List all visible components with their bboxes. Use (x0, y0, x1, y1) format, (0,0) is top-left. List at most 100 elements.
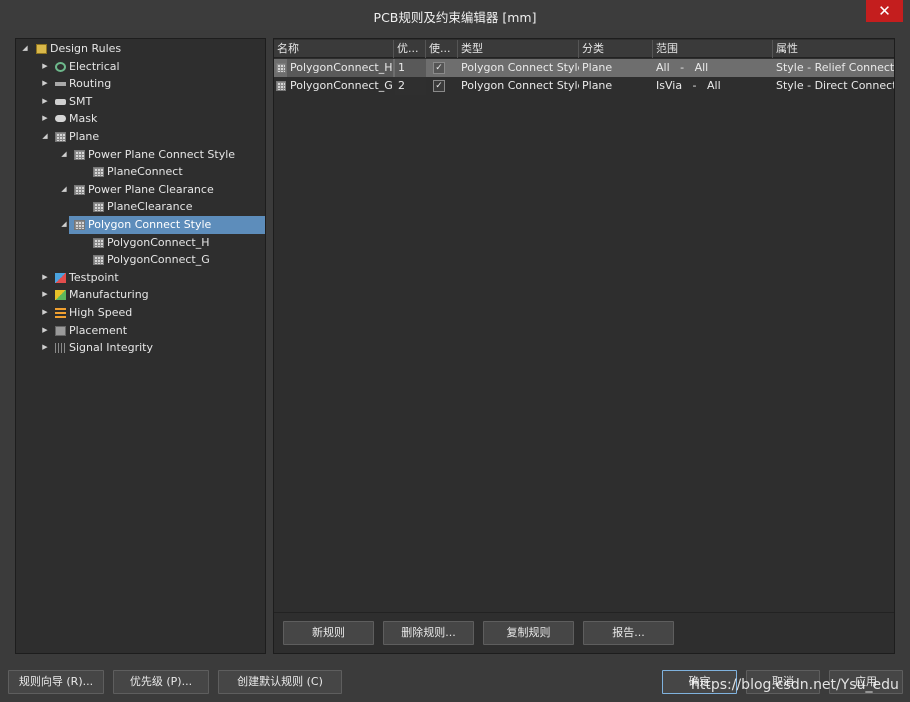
collapse-arrow-icon[interactable]: ◢ (40, 128, 50, 145)
tree-label: PlaneConnect (107, 165, 183, 179)
electrical-icon (55, 61, 66, 72)
tree-item-polygon-connect-h[interactable]: PolygonConnect_H (16, 234, 265, 252)
cell-name[interactable]: PolygonConnect_H (287, 59, 393, 77)
cell-scope: All - All (656, 61, 709, 74)
title-bar: PCB规则及约束编辑器 [mm] ✕ (0, 0, 910, 30)
tree-label: Power Plane Clearance (88, 182, 214, 196)
cell-enabled: ✓ (426, 59, 458, 77)
enabled-checkbox[interactable]: ✓ (433, 80, 445, 92)
column-header-name[interactable]: 名称 (274, 40, 394, 58)
cell-category: Plane (582, 61, 613, 74)
tree-label: SMT (69, 94, 93, 108)
tree-label: Design Rules (50, 42, 122, 55)
tree-label: PolygonConnect_H (107, 235, 210, 249)
cell-enabled: ✓ (426, 77, 458, 95)
tree-item-polygon-connect-style[interactable]: Polygon Connect Style (69, 216, 265, 234)
expand-arrow-icon[interactable]: ▶ (40, 339, 50, 356)
ok-button[interactable]: 确定 (662, 670, 737, 694)
tree-item-high-speed[interactable]: ▶ High Speed (16, 304, 265, 322)
expand-arrow-icon[interactable]: ▶ (40, 110, 50, 127)
expand-arrow-icon[interactable]: ▶ (40, 322, 50, 339)
tree-item-electrical[interactable]: ▶ Electrical (16, 58, 265, 76)
duplicate-rule-button[interactable]: 复制规则 (483, 621, 574, 645)
collapse-arrow-icon[interactable]: ◢ (20, 40, 30, 57)
column-header-scope[interactable]: 范围 (653, 40, 773, 58)
column-header-enabled[interactable]: 使... (426, 40, 458, 58)
tree-label: Polygon Connect Style (88, 218, 212, 231)
tree-item-signal-integrity[interactable]: ▶ Signal Integrity (16, 339, 265, 357)
cell-attributes: Style - Direct Connect (776, 79, 894, 92)
table-row[interactable]: PolygonConnect_H 1 ✓ Polygon Connect Sty… (274, 59, 894, 77)
window-title: PCB规则及约束编辑器 [mm] (373, 10, 537, 25)
smt-icon (55, 98, 66, 105)
expand-arrow-icon[interactable]: ▶ (40, 286, 50, 303)
expand-arrow-icon[interactable]: ▶ (40, 58, 50, 75)
tree-item-manufacturing[interactable]: ▶ Manufacturing (16, 286, 265, 304)
cell-priority[interactable]: 1 (395, 59, 426, 77)
placement-icon (55, 325, 66, 336)
plane-icon (55, 132, 66, 142)
rule-type-icon (74, 149, 85, 160)
delete-rule-button[interactable]: 删除规则... (383, 621, 474, 645)
cell-scope: IsVia - All (656, 79, 721, 92)
rule-icon (93, 237, 104, 248)
new-rule-button[interactable]: 新规则 (283, 621, 374, 645)
cell-priority[interactable]: 2 (395, 77, 426, 95)
rule-type-icon (74, 184, 85, 195)
tree-item-power-plane-clearance[interactable]: ◢ Power Plane Clearance (16, 181, 265, 199)
tree-item-polygon-connect-g[interactable]: PolygonConnect_G (16, 251, 265, 269)
close-button[interactable]: ✕ (866, 0, 903, 22)
rules-tree[interactable]: ◢ Design Rules ▶ Electrical ▶ Routing ▶ … (15, 38, 266, 654)
tree-item-mask[interactable]: ▶ Mask (16, 110, 265, 128)
tree-label: Mask (69, 112, 98, 126)
rule-wizard-button[interactable]: 规则向导 (R)... (8, 670, 104, 694)
tree-label: Power Plane Connect Style (88, 147, 236, 161)
column-header-priority[interactable]: 优... (394, 40, 426, 58)
create-default-rules-button[interactable]: 创建默认规则 (C) (218, 670, 342, 694)
collapse-arrow-icon[interactable]: ◢ (59, 216, 69, 233)
tree-label: High Speed (69, 306, 133, 319)
expand-arrow-icon[interactable]: ▶ (40, 93, 50, 110)
routing-icon (55, 82, 66, 87)
collapse-arrow-icon[interactable]: ◢ (59, 181, 69, 198)
tree-label: Signal Integrity (69, 341, 153, 355)
mask-icon (55, 115, 66, 123)
column-header-attributes[interactable]: 属性 (773, 40, 894, 58)
cell-type: Polygon Connect Style (461, 79, 579, 92)
tree-label: Placement (69, 323, 128, 337)
table-row[interactable]: PolygonConnect_G 2 ✓ Polygon Connect Sty… (274, 77, 894, 95)
tree-label: PlaneClearance (107, 200, 193, 214)
tree-label: Manufacturing (69, 288, 149, 302)
rule-icon (93, 202, 104, 213)
tree-item-plane[interactable]: ◢ Plane (16, 128, 265, 146)
rules-grid[interactable]: 名称 优... 使... 类型 分类 范围 属性 PolygonConnect_… (274, 39, 894, 612)
column-header-type[interactable]: 类型 (458, 40, 579, 58)
apply-button[interactable]: 应用 (829, 670, 903, 694)
tree-item-routing[interactable]: ▶ Routing (16, 75, 265, 93)
tree-item-power-plane-connect-style[interactable]: ◢ Power Plane Connect Style (16, 146, 265, 164)
tree-item-placement[interactable]: ▶ Placement (16, 322, 265, 340)
expand-arrow-icon[interactable]: ▶ (40, 75, 50, 92)
cell-type: Polygon Connect Style (461, 61, 579, 74)
expand-arrow-icon[interactable]: ▶ (40, 304, 50, 321)
rule-icon (93, 167, 104, 178)
tree-label: Testpoint (69, 270, 119, 284)
tree-item-plane-clearance[interactable]: PlaneClearance (16, 198, 265, 216)
cancel-button[interactable]: 取消 (746, 670, 820, 694)
tree-item-design-rules[interactable]: ◢ Design Rules (16, 40, 265, 58)
tree-item-testpoint[interactable]: ▶ Testpoint (16, 269, 265, 287)
rule-icon (276, 81, 286, 91)
tree-label: Electrical (69, 59, 120, 73)
report-button[interactable]: 报告... (583, 621, 674, 645)
expand-arrow-icon[interactable]: ▶ (40, 269, 50, 286)
tree-item-plane-connect[interactable]: PlaneConnect (16, 163, 265, 181)
tree-item-smt[interactable]: ▶ SMT (16, 93, 265, 111)
priorities-button[interactable]: 优先级 (P)... (113, 670, 209, 694)
enabled-checkbox[interactable]: ✓ (433, 62, 445, 74)
folder-icon (36, 44, 47, 54)
column-header-category[interactable]: 分类 (579, 40, 653, 58)
collapse-arrow-icon[interactable]: ◢ (59, 146, 69, 163)
tree-label: Routing (69, 77, 112, 91)
cell-name[interactable]: PolygonConnect_G (287, 77, 393, 95)
cell-category: Plane (582, 79, 613, 92)
